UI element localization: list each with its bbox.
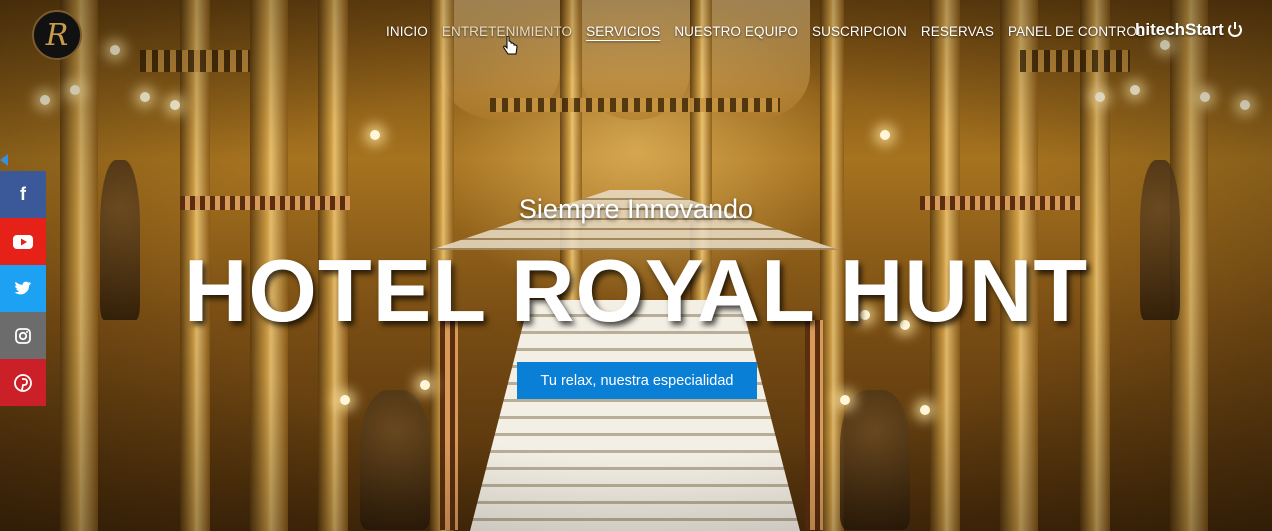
pinterest-icon[interactable] <box>0 359 46 406</box>
power-icon <box>1227 22 1242 37</box>
nav-item-inicio[interactable]: INICIO <box>386 24 428 39</box>
logo-letter: R <box>45 17 69 53</box>
hero-title: HOTEL ROYAL HUNT <box>183 241 1089 340</box>
hotel-logo[interactable]: R <box>32 10 82 60</box>
hero-tagline: Siempre Innovando <box>518 194 754 224</box>
hand-cursor-icon <box>503 36 518 55</box>
social-collapse-arrow-icon[interactable] <box>0 154 8 166</box>
main-navigation: INICIO ENTRETENIMIENTO SERVICIOS NUESTRO… <box>386 24 1145 39</box>
nav-item-panel-de-control[interactable]: PANEL DE CONTROL <box>1008 24 1145 39</box>
nav-item-reservas[interactable]: RESERVAS <box>921 24 994 39</box>
nav-item-servicios[interactable]: SERVICIOS <box>586 24 660 39</box>
nav-item-suscripcion[interactable]: SUSCRIPCION <box>812 24 907 39</box>
hitechstart-brand[interactable]: hitechStart <box>1135 20 1244 40</box>
cta-button[interactable]: Tu relax, nuestra especialidad <box>517 362 757 399</box>
brand-right-label: hitechStart <box>1135 20 1224 39</box>
nav-item-nuestro-equipo[interactable]: NUESTRO EQUIPO <box>674 24 798 39</box>
